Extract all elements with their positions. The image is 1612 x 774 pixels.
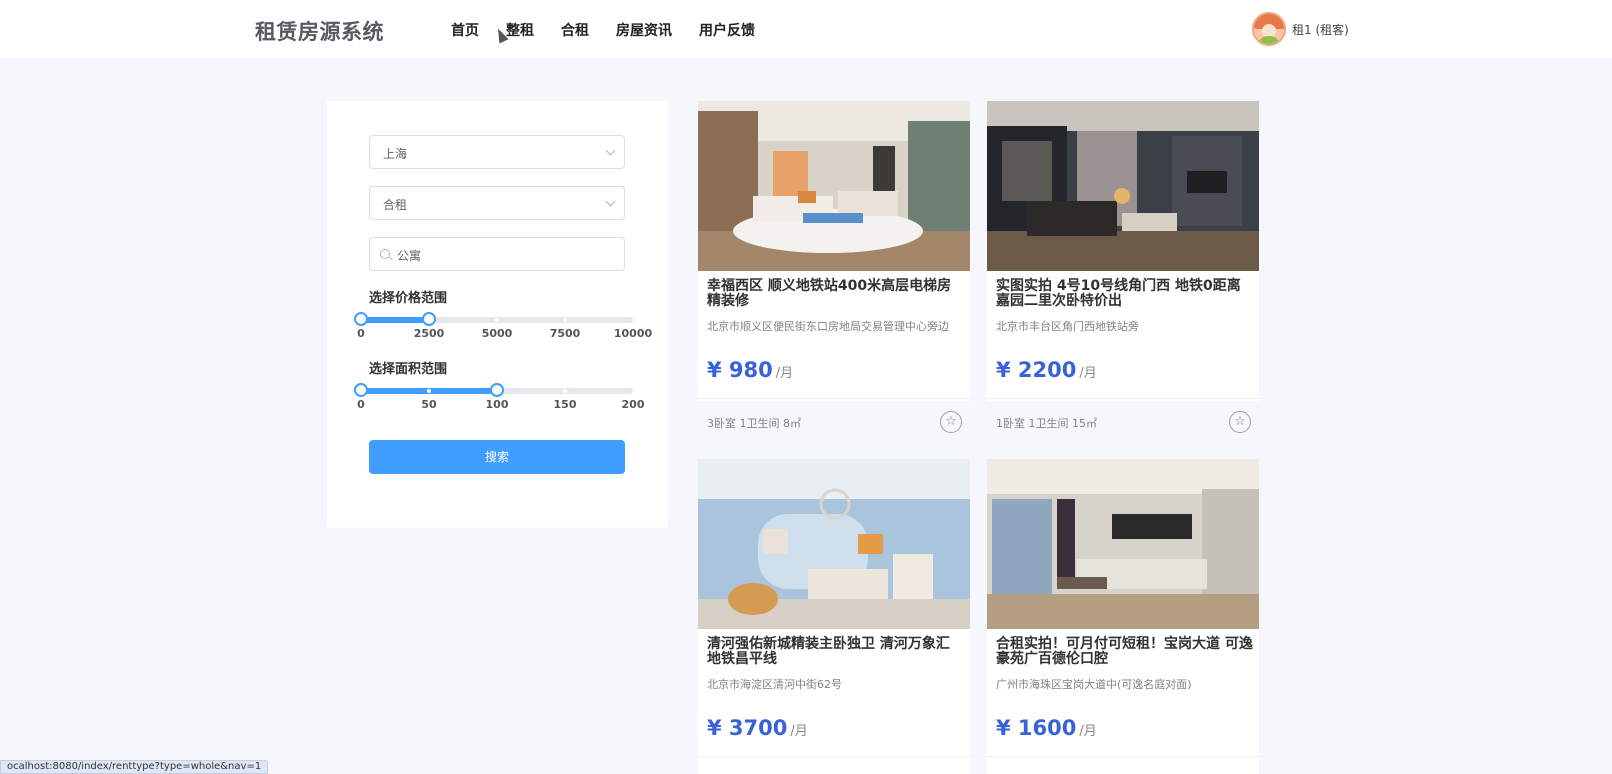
star-icon[interactable]: ☆: [940, 411, 962, 433]
listing-title[interactable]: 清河强佑新城精装主卧独卫 清河万象汇 地铁昌平线: [707, 637, 965, 667]
search-button[interactable]: 搜索: [369, 440, 625, 474]
card-divider: [698, 398, 970, 399]
listing-card[interactable]: 合租实拍！可月付可短租！宝岗大道 可逸豪苑广百德伦口腔 广州市海珠区宝岗大道中(…: [987, 459, 1259, 774]
chevron-down-icon: [605, 196, 616, 207]
card-divider: [987, 756, 1259, 757]
price-range-slider[interactable]: [354, 312, 633, 326]
listing-meta: 1卧室 1卫生间 15㎡: [996, 417, 1097, 430]
rent-type-select-value: 合租: [383, 198, 408, 212]
card-divider: [987, 398, 1259, 399]
nav-feedback[interactable]: 用户反馈: [699, 20, 755, 40]
slider-stop: [563, 389, 567, 393]
listing-meta: 3卧室 1卫生间 8㎡: [707, 417, 801, 430]
price-tick: 10000: [613, 327, 653, 340]
listing-price: ¥ 980/月: [707, 358, 793, 382]
nav-news[interactable]: 房屋资讯: [616, 20, 672, 40]
search-icon: [380, 249, 390, 259]
area-tick: 150: [553, 398, 577, 411]
price-slider-max-handle[interactable]: [422, 312, 436, 326]
city-select[interactable]: 上海: [369, 135, 625, 169]
listing-price-value: ¥ 1600: [996, 716, 1077, 740]
slider-stop: [563, 318, 567, 322]
listing-address: 北京市海淀区清河中街62号: [707, 678, 842, 691]
price-slider-ticks: 0 2500 5000 7500 10000: [357, 327, 661, 341]
listing-price-value: ¥ 3700: [707, 716, 788, 740]
listing-price: ¥ 3700/月: [707, 716, 808, 740]
top-header: 租赁房源系统 首页 整租 合租 房屋资讯 用户反馈 租1 (租客): [0, 0, 1612, 58]
nav-home[interactable]: 首页: [451, 20, 479, 40]
brand-title[interactable]: 租赁房源系统: [255, 16, 384, 46]
slider-stop: [427, 389, 431, 393]
slider-stop: [495, 318, 499, 322]
listing-price-unit: /月: [790, 724, 808, 739]
area-slider-min-handle[interactable]: [354, 383, 368, 397]
listing-price-unit: /月: [1079, 724, 1097, 739]
chevron-down-icon: [605, 145, 616, 156]
listing-title[interactable]: 合租实拍！可月付可短租！宝岗大道 可逸豪苑广百德伦口腔: [996, 637, 1254, 667]
listing-price: ¥ 2200/月: [996, 358, 1097, 382]
nav-whole-rent[interactable]: 整租: [506, 20, 534, 40]
price-tick: 7500: [549, 327, 581, 340]
status-bar-url: ocalhost:8080/index/renttype?type=whole&…: [0, 760, 269, 774]
listing-photo[interactable]: [698, 101, 970, 271]
price-tick: 0: [357, 327, 365, 340]
keyword-input-value: 公寓: [397, 249, 422, 263]
user-name[interactable]: 租1 (租客): [1292, 21, 1349, 38]
listing-address: 北京市顺义区便民街东口房地局交易管理中心旁边: [707, 320, 949, 333]
keyword-input[interactable]: 公寓: [369, 237, 625, 271]
star-icon[interactable]: ☆: [1229, 411, 1251, 433]
nav-shared-rent[interactable]: 合租: [561, 20, 589, 40]
area-tick: 200: [621, 398, 645, 411]
city-select-value: 上海: [383, 147, 408, 161]
area-range-slider[interactable]: [354, 383, 633, 397]
area-range-label: 选择面积范围: [369, 362, 448, 377]
listing-card[interactable]: 清河强佑新城精装主卧独卫 清河万象汇 地铁昌平线 北京市海淀区清河中街62号 ¥…: [698, 459, 970, 774]
listing-price-value: ¥ 2200: [996, 358, 1077, 382]
listing-title[interactable]: 实图实拍 4号10号线角门西 地铁0距离 嘉园二里次卧特价出: [996, 279, 1254, 309]
area-slider-ticks: 0 50 100 150 200: [357, 398, 661, 412]
area-tick: 0: [357, 398, 365, 411]
listing-photo[interactable]: [698, 459, 970, 629]
listing-address: 北京市丰台区角门西地铁站旁: [996, 320, 1139, 333]
listing-title[interactable]: 幸福西区 顺义地铁站400米高层电梯房 精装修: [707, 279, 965, 309]
price-slider-fill: [361, 317, 429, 323]
listing-card[interactable]: 幸福西区 顺义地铁站400米高层电梯房 精装修 北京市顺义区便民街东口房地局交易…: [698, 101, 970, 433]
listing-photo[interactable]: [987, 459, 1259, 629]
filter-panel: 上海 合租 公寓 选择价格范围 0 2500 5000 7500 10000 选…: [327, 101, 668, 527]
area-tick: 50: [421, 398, 437, 411]
price-tick: 2500: [413, 327, 445, 340]
area-slider-max-handle[interactable]: [490, 383, 504, 397]
listing-price-value: ¥ 980: [707, 358, 773, 382]
rent-type-select[interactable]: 合租: [369, 186, 625, 220]
listing-photo[interactable]: [987, 101, 1259, 271]
avatar[interactable]: [1252, 12, 1286, 46]
listing-price-unit: /月: [1079, 366, 1097, 381]
listing-price: ¥ 1600/月: [996, 716, 1097, 740]
price-slider-min-handle[interactable]: [354, 312, 368, 326]
price-range-label: 选择价格范围: [369, 291, 448, 306]
price-tick: 5000: [481, 327, 513, 340]
listing-card[interactable]: 实图实拍 4号10号线角门西 地铁0距离 嘉园二里次卧特价出 北京市丰台区角门西…: [987, 101, 1259, 433]
listing-price-unit: /月: [775, 366, 794, 381]
card-divider: [698, 756, 970, 757]
listing-address: 广州市海珠区宝岗大道中(可逸名庭对面): [996, 678, 1192, 691]
area-tick: 100: [485, 398, 509, 411]
user-menu[interactable]: 租1 (租客): [1252, 12, 1349, 46]
